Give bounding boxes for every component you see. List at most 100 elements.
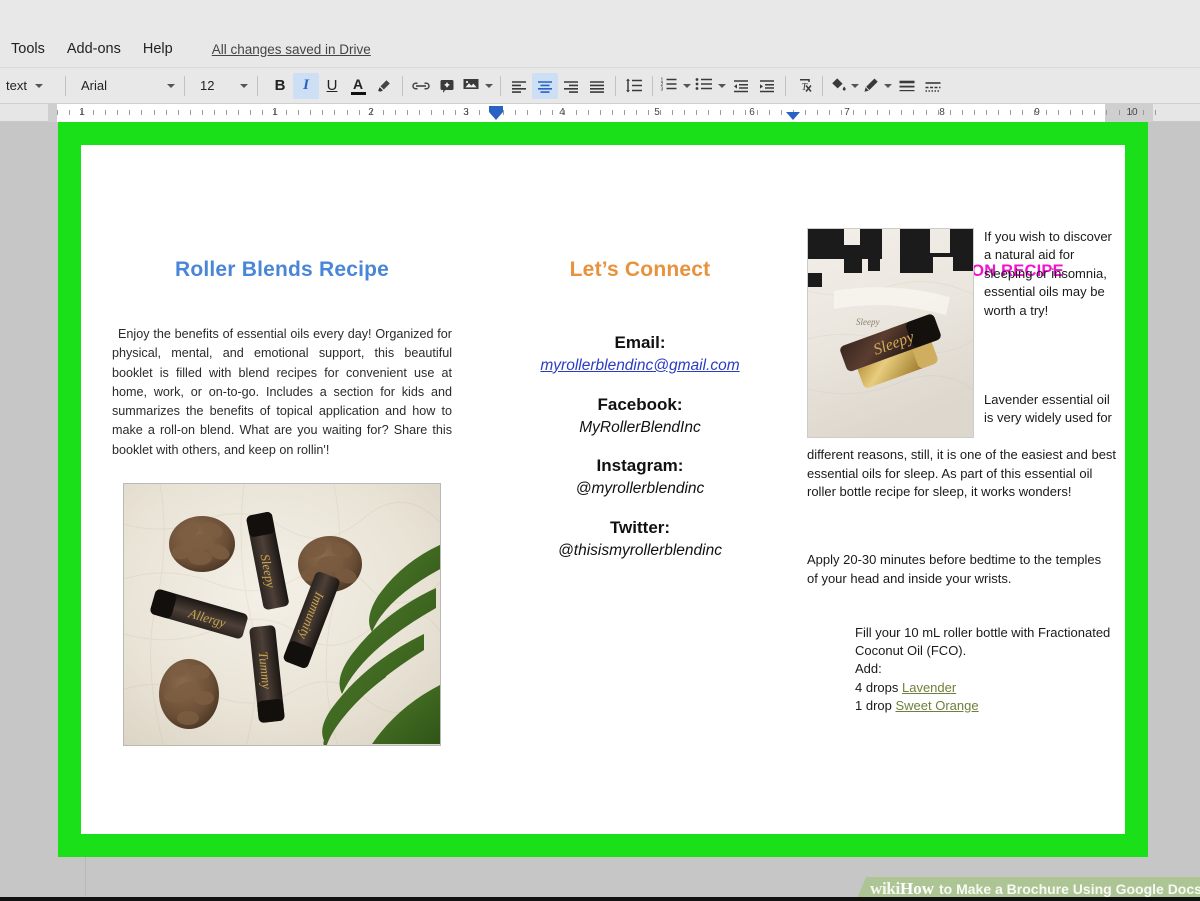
chevron-down-icon xyxy=(240,84,248,88)
line-spacing-button[interactable] xyxy=(621,73,647,99)
contact-label: Email: xyxy=(495,332,785,355)
highlight-color-button[interactable] xyxy=(371,73,397,99)
numbered-list-button[interactable]: 123 xyxy=(658,74,693,98)
ruler-tick xyxy=(202,110,203,115)
decrease-indent-button[interactable] xyxy=(728,73,754,99)
ruler-tick xyxy=(1070,110,1071,115)
ruler-tick xyxy=(129,110,130,115)
clear-formatting-icon: T xyxy=(795,78,813,93)
pine-cone-top-left xyxy=(169,516,235,572)
ruler-tick xyxy=(359,110,360,115)
ruler-tick xyxy=(1119,110,1120,115)
align-justify-button[interactable] xyxy=(584,73,610,99)
sleepy-bottle-photo[interactable]: Sleepy Sleepy xyxy=(807,228,974,438)
contact-entry-email: Email: myrollerblendinc@gmail.com xyxy=(495,332,785,377)
insert-link-button[interactable] xyxy=(408,73,434,99)
column3-lavender-lead: Lavender essential oil is very widely us… xyxy=(984,391,1117,428)
sweet-orange-link[interactable]: Sweet Orange xyxy=(895,698,978,713)
ruler-tick xyxy=(877,110,878,115)
ruler-tick xyxy=(527,110,528,115)
ruler-tick xyxy=(395,110,396,115)
right-indent-marker[interactable] xyxy=(786,105,800,120)
bold-button[interactable]: B xyxy=(267,73,293,99)
align-left-button[interactable] xyxy=(506,73,532,99)
toolbar-divider xyxy=(402,76,403,96)
numbered-list-icon: 123 xyxy=(660,77,678,94)
increase-indent-button[interactable] xyxy=(754,73,780,99)
ruler-tick xyxy=(69,110,70,115)
save-status-label[interactable]: All changes saved in Drive xyxy=(212,42,371,57)
ruler-tick xyxy=(1106,110,1107,115)
clear-formatting-button[interactable]: T xyxy=(791,73,817,99)
menu-item-help[interactable]: Help xyxy=(132,38,184,60)
wikihow-wiki-text: wiki xyxy=(870,879,900,899)
column2-heading: Let’s Connect xyxy=(495,258,785,282)
ruler-tick xyxy=(1094,110,1095,115)
italic-label: I xyxy=(303,78,309,93)
recipe-line-1: Fill your 10 mL roller bottle with Fract… xyxy=(855,624,1117,660)
roller-bottles-photo[interactable]: Sleepy Allergy Immun xyxy=(123,483,441,746)
text-color-button[interactable]: A xyxy=(345,73,371,99)
ruler-tick xyxy=(105,110,106,115)
ruler-tick xyxy=(1010,110,1011,115)
ruler-tick xyxy=(720,110,721,115)
brochure-columns: Roller Blends Recipe Enjoy the benefits … xyxy=(82,146,1124,833)
paragraph-style-dropdown[interactable]: text xyxy=(2,74,60,98)
left-indent-marker[interactable] xyxy=(489,105,503,120)
fill-color-button[interactable] xyxy=(828,74,861,98)
column1-heading: Roller Blends Recipe xyxy=(112,258,452,282)
add-comment-button[interactable] xyxy=(434,73,460,99)
contact-label: Facebook: xyxy=(495,394,785,417)
chevron-down-icon xyxy=(718,84,726,88)
insert-image-button[interactable] xyxy=(460,74,495,98)
align-center-button[interactable] xyxy=(532,73,558,99)
ruler-number: 3 xyxy=(463,105,469,121)
border-dash-button[interactable] xyxy=(920,73,946,99)
ruler-tick xyxy=(841,110,842,115)
align-right-icon xyxy=(562,79,580,93)
lavender-link[interactable]: Lavender xyxy=(902,680,956,695)
align-justify-icon xyxy=(588,79,606,93)
ruler-number: 6 xyxy=(749,105,755,121)
document-ruler[interactable]: 112345678910 xyxy=(0,104,1200,122)
menu-item-tools[interactable]: Tools xyxy=(0,38,56,60)
italic-button[interactable]: I xyxy=(293,73,319,99)
bulleted-list-button[interactable] xyxy=(693,74,728,98)
contact-entry-facebook: Facebook: MyRollerBlendInc xyxy=(495,394,785,439)
document-page[interactable]: Roller Blends Recipe Enjoy the benefits … xyxy=(82,146,1124,833)
align-right-button[interactable] xyxy=(558,73,584,99)
toolbar-divider xyxy=(500,76,501,96)
recipe-drops-1: 4 drops Lavender xyxy=(855,679,1117,697)
chevron-down-icon xyxy=(884,84,892,88)
ruler-tick xyxy=(636,110,637,115)
ruler-tick xyxy=(1143,110,1144,115)
ruler-tick xyxy=(190,110,191,115)
menu-item-add-ons[interactable]: Add-ons xyxy=(56,38,132,60)
underline-button[interactable]: U xyxy=(319,73,345,99)
border-width-button[interactable] xyxy=(894,73,920,99)
ruler-tick xyxy=(853,110,854,115)
ruler-tick xyxy=(178,110,179,115)
brochure-column-3: SLEEP ROLL-ON RECIPE xyxy=(807,146,1117,281)
insert-image-icon xyxy=(462,76,480,95)
facebook-handle: MyRollerBlendInc xyxy=(495,417,785,439)
column3-body: different reasons, still, it is one of t… xyxy=(807,446,1117,502)
font-family-dropdown[interactable]: Arial xyxy=(71,74,179,98)
ruler-number: 5 xyxy=(654,105,660,121)
ruler-number: 1 xyxy=(272,105,278,121)
border-dash-icon xyxy=(924,79,942,93)
ruler-tick xyxy=(805,110,806,115)
contact-entry-instagram: Instagram: @myrollerblendinc xyxy=(495,455,785,500)
email-link[interactable]: myrollerblendinc@gmail.com xyxy=(495,355,785,377)
ruler-number: 10 xyxy=(1126,105,1137,121)
ruler-tick xyxy=(552,110,553,115)
ruler-tick xyxy=(696,110,697,115)
contact-label: Instagram: xyxy=(495,455,785,478)
ruler-tick xyxy=(913,110,914,115)
ruler-number: 1 xyxy=(79,105,85,121)
canvas-right-rail xyxy=(1148,122,1200,901)
recipe-drops-2-qty: 1 drop xyxy=(855,698,895,713)
ruler-tick xyxy=(154,110,155,115)
border-color-button[interactable] xyxy=(861,74,894,98)
font-size-dropdown[interactable]: 12 xyxy=(190,74,252,98)
